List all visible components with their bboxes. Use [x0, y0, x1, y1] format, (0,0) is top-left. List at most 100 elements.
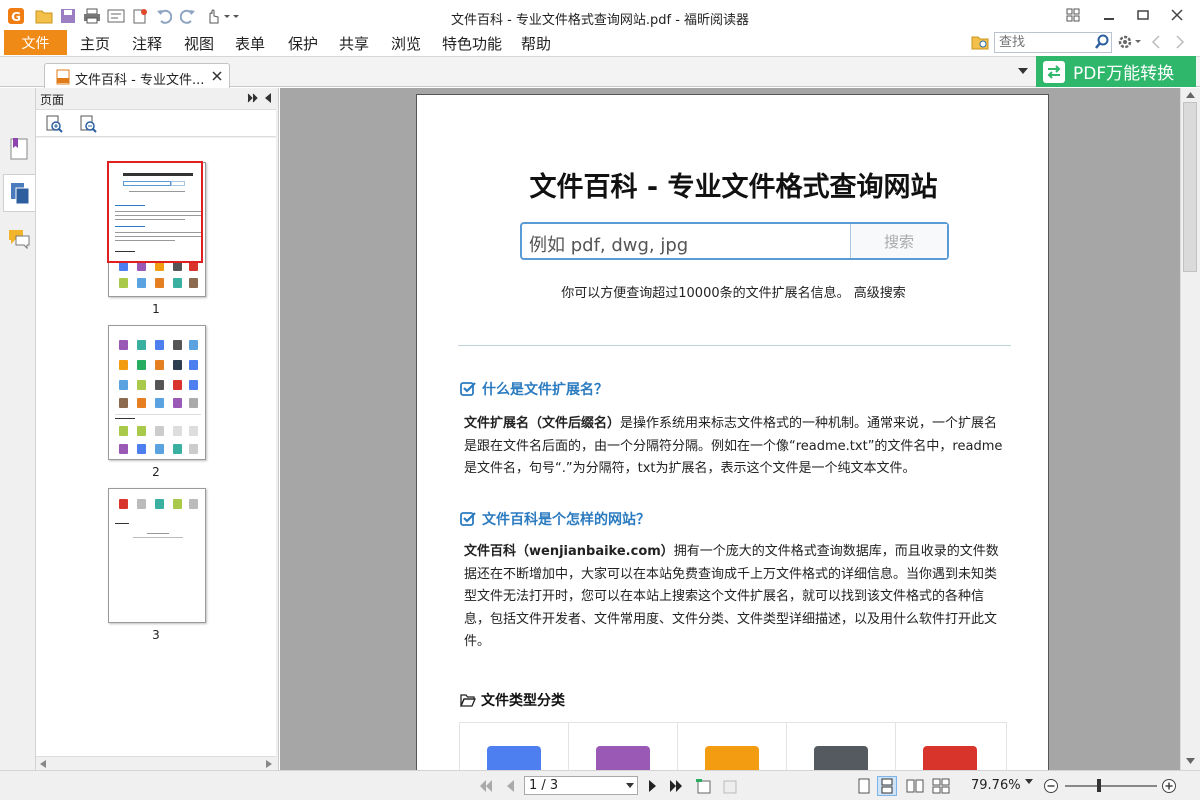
first-page-icon[interactable] [476, 776, 496, 796]
nav-back-icon[interactable] [1149, 34, 1163, 50]
page-number-2: 2 [152, 465, 160, 479]
doc-search-placeholder: 例如 pdf, dwg, jpg [529, 235, 689, 256]
settings-gear-icon[interactable] [1117, 34, 1143, 50]
save-icon[interactable] [58, 6, 78, 26]
page-thumbnail-2[interactable] [108, 325, 206, 460]
undo-icon[interactable] [154, 6, 174, 26]
zoom-out-thumbnail-icon[interactable] [79, 115, 97, 133]
panel-horizontal-scrollbar[interactable] [36, 756, 276, 770]
pdf-convert-button[interactable]: PDF万能转换 [1036, 56, 1196, 87]
divider [458, 345, 1011, 346]
find-folder-icon[interactable] [971, 34, 989, 50]
convert-arrows-icon [1043, 60, 1065, 83]
tab-close-icon[interactable] [212, 71, 222, 81]
video-file-icon [814, 746, 868, 770]
zoom-slider-track[interactable] [1065, 785, 1157, 787]
single-page-view-icon[interactable] [854, 776, 874, 796]
doc-search-box: 例如 pdf, dwg, jpg 搜索 [520, 222, 949, 260]
page-number-3: 3 [152, 628, 160, 642]
folder-open-icon [460, 694, 476, 707]
foxit-logo-icon[interactable]: G [6, 6, 26, 26]
menu-special-features[interactable]: 特色功能 [442, 33, 502, 54]
scroll-right-icon[interactable] [266, 760, 272, 768]
continuous-view-icon[interactable] [877, 776, 897, 796]
facing-view-icon[interactable] [905, 776, 925, 796]
panel-toolbar [36, 109, 276, 137]
checkbox-icon [460, 382, 476, 396]
page-number-field[interactable]: 1 / 3 [524, 776, 638, 795]
menu-file[interactable]: 文件 [4, 30, 67, 55]
zoom-in-icon[interactable] [1159, 776, 1179, 796]
search-icon[interactable] [1094, 34, 1110, 50]
scroll-up-icon[interactable] [1186, 92, 1195, 98]
checkbox-icon [460, 512, 476, 526]
zoom-level[interactable]: 79.76% [971, 778, 1021, 793]
section2-text: 拥有一个庞大的文件格式查询数据库，而且收录的文件数据还在不断增加中，大家可以在本… [464, 544, 999, 649]
page-thumbnails-icon[interactable] [3, 174, 35, 212]
pdf-convert-label: PDF万能转换 [1073, 64, 1175, 84]
panel-expand-icon[interactable] [247, 93, 259, 103]
menu-browse[interactable]: 浏览 [391, 33, 421, 54]
search-input[interactable] [995, 33, 1091, 52]
continuous-facing-view-icon[interactable] [931, 776, 951, 796]
open-folder-icon[interactable] [34, 6, 54, 26]
pdf-file-icon [55, 69, 71, 85]
menu-share[interactable]: 共享 [339, 33, 369, 54]
minimize-icon[interactable] [1098, 4, 1120, 26]
previous-page-icon[interactable] [500, 776, 520, 796]
zoom-dropdown-icon[interactable] [1025, 779, 1033, 784]
menu-home[interactable]: 主页 [80, 33, 110, 54]
panel-collapse-icon[interactable] [264, 93, 272, 103]
last-page-icon[interactable] [666, 776, 686, 796]
vertical-scrollbar[interactable] [1180, 88, 1200, 770]
menu-comment[interactable]: 注释 [132, 33, 162, 54]
scroll-down-icon[interactable] [1186, 758, 1195, 764]
pdf-page: 文件百科 - 专业文件格式查询网站 例如 pdf, dwg, jpg 搜索 你可… [416, 94, 1049, 770]
next-page-icon[interactable] [643, 776, 663, 796]
maximize-icon[interactable] [1132, 4, 1154, 26]
hand-tool-dropdown-icon[interactable] [204, 6, 240, 26]
page-thumbnail-1[interactable] [107, 161, 206, 297]
new-document-icon[interactable] [130, 6, 150, 26]
file-type-cell [678, 723, 787, 770]
nav-forward-icon[interactable] [1173, 34, 1187, 50]
archive-file-icon [923, 746, 977, 770]
menu-help[interactable]: 帮助 [521, 33, 551, 54]
previous-view-icon[interactable] [694, 776, 714, 796]
search-field[interactable] [994, 32, 1112, 53]
section2-heading: 文件百科是个怎样的网站？ [460, 509, 650, 529]
file-type-cell [787, 723, 896, 770]
scroll-left-icon[interactable] [40, 760, 46, 768]
comments-icon[interactable] [3, 220, 35, 258]
page-thumbnail-3[interactable] [108, 488, 206, 623]
zoom-slider-handle[interactable] [1097, 779, 1101, 792]
doc-search-button: 搜索 [850, 224, 947, 258]
page-dropdown-icon[interactable] [626, 783, 634, 788]
next-view-icon[interactable] [720, 776, 740, 796]
section1-heading-text: 什么是文件扩展名？ [482, 382, 608, 398]
layout-grid-icon[interactable] [1062, 4, 1084, 26]
bookmarks-icon[interactable] [3, 130, 35, 168]
menu-form[interactable]: 表单 [235, 33, 265, 54]
properties-icon[interactable] [106, 6, 126, 26]
title-bar: G 文件百科 - 专业文件格式查询网站.pdf - 福昕阅读器 [0, 0, 1200, 32]
menu-view[interactable]: 视图 [184, 33, 214, 54]
tab-list-dropdown-icon[interactable] [1018, 67, 1028, 75]
thumbnail-list: 1 2 3 [36, 138, 276, 758]
redo-icon[interactable] [178, 6, 198, 26]
close-icon[interactable] [1166, 4, 1188, 26]
section1-paragraph: 文件扩展名（文件后缀名）是操作系统用来标志文件格式的一种机制。通常来说，一个扩展… [464, 413, 1009, 481]
image-file-icon [705, 746, 759, 770]
menu-protect[interactable]: 保护 [288, 33, 318, 54]
file-type-cell [569, 723, 678, 770]
scrollbar-thumb[interactable] [1183, 102, 1197, 272]
menu-bar: 文件 主页 注释 视图 表单 保护 共享 浏览 特色功能 帮助 [0, 30, 1200, 56]
print-icon[interactable] [82, 6, 102, 26]
tab-document[interactable]: 文件百科 - 专业文件... [44, 63, 230, 89]
navigation-icon-strip [0, 88, 36, 770]
section1-heading: 什么是文件扩展名？ [460, 379, 608, 399]
zoom-out-icon[interactable] [1041, 776, 1061, 796]
document-file-icon [487, 746, 541, 770]
zoom-in-thumbnail-icon[interactable] [45, 115, 63, 133]
document-viewport[interactable]: 文件百科 - 专业文件格式查询网站 例如 pdf, dwg, jpg 搜索 你可… [280, 88, 1180, 770]
